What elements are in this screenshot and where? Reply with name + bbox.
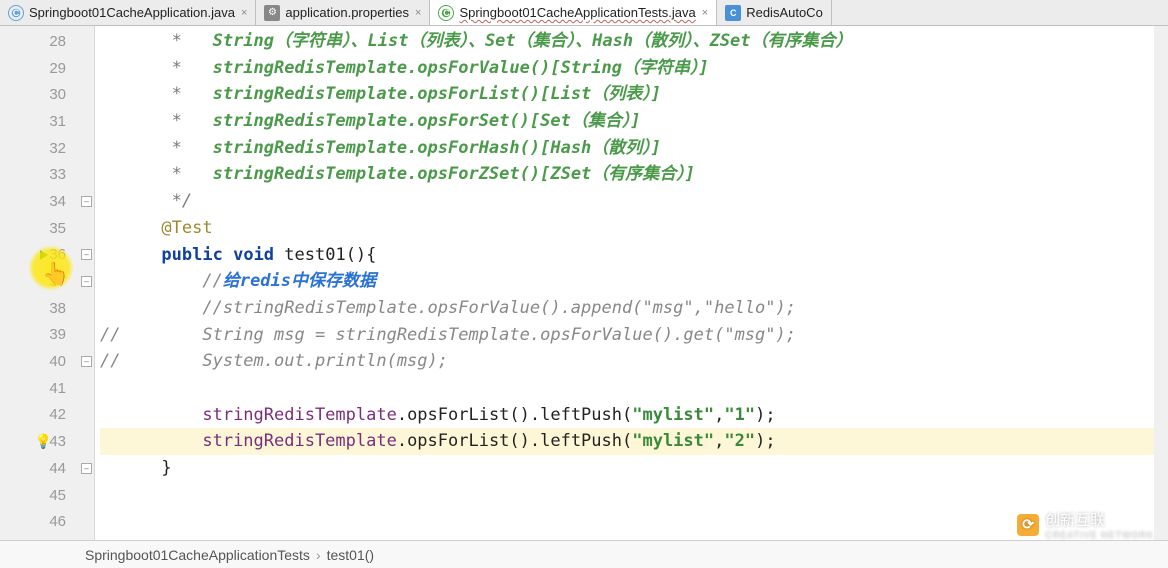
breadcrumb-separator: › [316, 547, 321, 563]
java-class-icon [725, 5, 741, 21]
properties-icon [264, 5, 280, 21]
line-number: 42 [0, 402, 94, 429]
fold-icon[interactable]: – [81, 356, 92, 367]
fold-icon[interactable]: – [81, 196, 92, 207]
tab-label: application.properties [285, 5, 409, 20]
line-number: 45 [0, 482, 94, 509]
tab-label: Springboot01CacheApplicationTests.java [459, 5, 695, 20]
fold-icon[interactable]: – [81, 276, 92, 287]
line-number: 37– [0, 268, 94, 295]
code-editor[interactable]: * String（字符串）、List（列表）、Set（集合）、Hash（散列）、… [95, 26, 1168, 540]
editor-tabs: Springboot01CacheApplication.java × appl… [0, 0, 1168, 26]
tab-label: RedisAutoCo [746, 5, 823, 20]
breadcrumb-method[interactable]: test01() [327, 547, 374, 563]
intention-bulb-icon[interactable]: 💡 [35, 433, 52, 450]
editor-area: 28 29 30 31 32 33 34– 35 36– 37– 38 39 4… [0, 26, 1168, 540]
line-number: 38 [0, 295, 94, 322]
line-number: 39 [0, 322, 94, 349]
line-number: 46 [0, 508, 94, 535]
fold-icon[interactable]: – [81, 249, 92, 260]
close-icon[interactable]: × [415, 7, 421, 19]
line-number: 33 [0, 161, 94, 188]
fold-icon[interactable]: – [81, 463, 92, 474]
breadcrumb: Springboot01CacheApplicationTests › test… [0, 540, 1168, 568]
watermark-logo-icon: ⟳ [1017, 514, 1039, 536]
tab-redis-autoconfig[interactable]: RedisAutoCo [717, 0, 832, 25]
run-test-icon[interactable] [40, 250, 48, 260]
test-class-icon [438, 5, 454, 21]
vertical-scrollbar[interactable] [1154, 26, 1168, 540]
line-number: 43💡 [0, 428, 94, 455]
line-number: 29 [0, 55, 94, 82]
line-number: 35 [0, 215, 94, 242]
line-number: 32 [0, 135, 94, 162]
line-gutter: 28 29 30 31 32 33 34– 35 36– 37– 38 39 4… [0, 26, 95, 540]
line-number: 34– [0, 188, 94, 215]
line-number: 28 [0, 28, 94, 55]
tab-label: Springboot01CacheApplication.java [29, 5, 235, 20]
tab-springboot-tests[interactable]: Springboot01CacheApplicationTests.java × [430, 0, 717, 25]
line-number: 30 [0, 81, 94, 108]
line-number: 44– [0, 455, 94, 482]
close-icon[interactable]: × [702, 7, 708, 19]
line-number: 36– [0, 242, 94, 269]
watermark-sub: CREATIVE NETWORK [1045, 530, 1154, 540]
breadcrumb-class[interactable]: Springboot01CacheApplicationTests [85, 547, 310, 563]
close-icon[interactable]: × [241, 7, 247, 19]
tab-springboot-app[interactable]: Springboot01CacheApplication.java × [0, 0, 256, 25]
line-number: 40– [0, 348, 94, 375]
line-number: 31 [0, 108, 94, 135]
watermark: ⟳ 创新互联 CREATIVE NETWORK [1017, 509, 1154, 540]
tab-application-properties[interactable]: application.properties × [256, 0, 430, 25]
line-number: 41 [0, 375, 94, 402]
java-class-icon [8, 5, 24, 21]
watermark-brand: 创新互联 [1045, 512, 1105, 529]
